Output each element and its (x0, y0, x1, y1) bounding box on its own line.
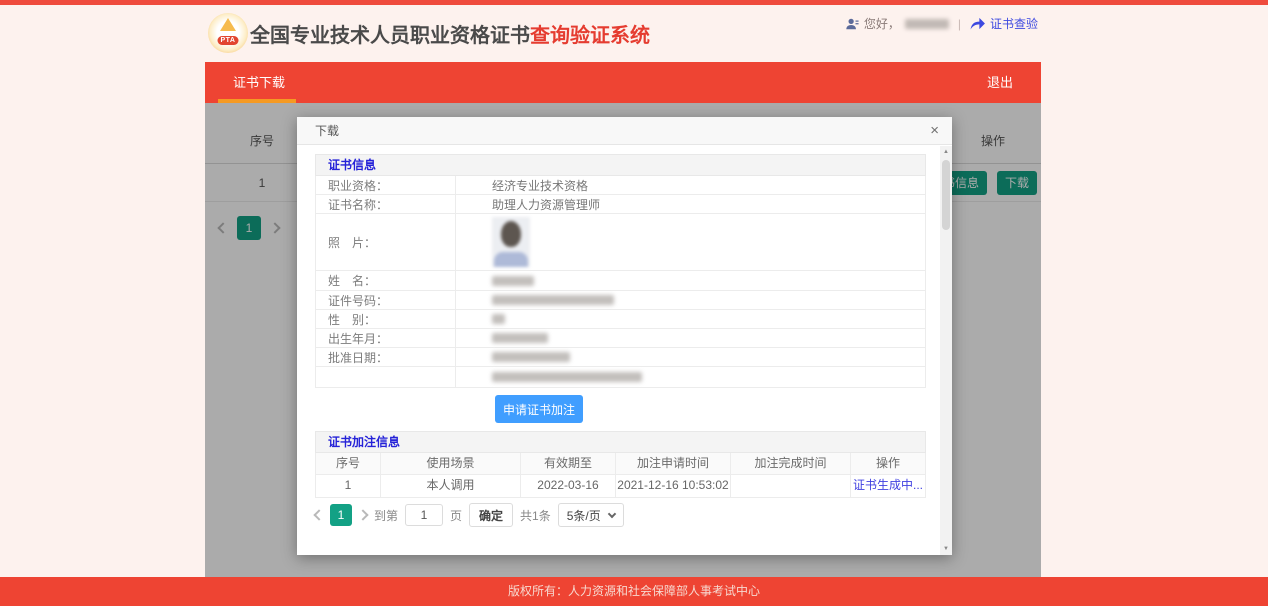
field-row-name: 姓 名： (316, 271, 925, 291)
annotation-pagination: 1 到第 页 确定 共1条 5条/页 (315, 503, 926, 527)
logo-petal-icon (220, 18, 236, 31)
page-number-button[interactable]: 1 (330, 504, 352, 526)
modal-header: 下载 × (297, 117, 952, 145)
confirm-button[interactable]: 确定 (469, 503, 513, 527)
nav-bar: 证书下载 退出 (205, 62, 1041, 103)
redacted-value (492, 352, 570, 362)
field-label (316, 367, 456, 387)
field-row-qualification: 职业资格： 经济专业技术资格 (316, 176, 925, 195)
site-header: PTA 全国专业技术人员职业资格证书查询验证系统 您好， | 证书查验 (205, 5, 1041, 62)
page-input[interactable] (405, 504, 443, 526)
certificate-photo (492, 217, 530, 267)
field-label: 证件号码： (316, 291, 456, 309)
total-count-label: 共1条 (520, 507, 551, 524)
col-valid-until: 有效期至 (521, 453, 616, 474)
field-row-birth-date: 出生年月： (316, 329, 925, 348)
field-value: 经济专业技术资格 (456, 176, 925, 194)
goto-label: 到第 (374, 507, 398, 524)
field-value (456, 291, 925, 309)
page: PTA 全国专业技术人员职业资格证书查询验证系统 您好， | 证书查验 证书下载… (0, 0, 1268, 606)
field-value (456, 329, 925, 347)
footer: 版权所有：人力资源和社会保障部人事考试中心 (0, 577, 1268, 606)
cert-info-section-title: 证书信息 (315, 154, 926, 176)
site-title-accent: 查询验证系统 (530, 25, 650, 47)
page-size-value: 5条/页 (567, 507, 601, 524)
redacted-value (492, 314, 505, 324)
download-modal: 下载 × 证书信息 职业资格： 经济专业技术资格 证书名称： 助理人力资源管理师 (297, 117, 952, 555)
cell-valid-until: 2022-03-16 (521, 475, 616, 497)
photo-head-shape (501, 221, 521, 247)
field-row-extra (316, 367, 925, 387)
col-scene: 使用场景 (381, 453, 521, 474)
annotation-data-row: 1 本人调用 2022-03-16 2021-12-16 10:53:02 证书… (316, 475, 925, 497)
cell-apply-time: 2021-12-16 10:53:02 (616, 475, 731, 497)
field-value (456, 367, 925, 387)
cert-check-link[interactable]: 证书查验 (990, 15, 1038, 32)
field-row-gender: 性 别： (316, 310, 925, 329)
field-label: 出生年月： (316, 329, 456, 347)
col-apply-time: 加注申请时间 (616, 453, 731, 474)
field-label: 照 片： (316, 214, 456, 270)
site-title-main: 全国专业技术人员职业资格证书 (250, 25, 530, 47)
modal-body: 证书信息 职业资格： 经济专业技术资格 证书名称： 助理人力资源管理师 照 片： (297, 146, 940, 555)
next-page-icon[interactable] (357, 509, 368, 520)
scrollbar-thumb[interactable] (942, 160, 950, 230)
annotation-section-title: 证书加注信息 (315, 431, 926, 453)
modal-scrollbar[interactable]: ▲ ▼ (940, 146, 952, 555)
apply-button-area: 申请证书加注 (315, 388, 926, 431)
field-row-cert-name: 证书名称： 助理人力资源管理师 (316, 195, 925, 214)
greeting-text: 您好， (864, 15, 900, 32)
cert-info-table: 职业资格： 经济专业技术资格 证书名称： 助理人力资源管理师 照 片： (315, 176, 926, 388)
col-serial: 序号 (316, 453, 381, 474)
scroll-up-icon[interactable]: ▲ (940, 149, 952, 155)
apply-annotation-button[interactable]: 申请证书加注 (495, 395, 583, 423)
field-value (456, 214, 925, 270)
field-value: 助理人力资源管理师 (456, 195, 925, 213)
prev-page-icon[interactable] (313, 509, 324, 520)
field-row-approval-date: 批准日期： (316, 348, 925, 367)
page-unit-label: 页 (450, 507, 462, 524)
masked-username (905, 19, 949, 29)
redacted-value (492, 295, 614, 305)
field-row-id-number: 证件号码： (316, 291, 925, 310)
separator: | (958, 17, 961, 31)
page-size-select[interactable]: 5条/页 (558, 503, 624, 527)
field-label: 姓 名： (316, 271, 456, 290)
content-area: 序号 操作 1 证书信息 下载 1 下载 × (205, 103, 1041, 577)
logout-button[interactable]: 退出 (987, 62, 1013, 103)
pta-logo-icon: PTA (208, 13, 248, 53)
annotation-table: 序号 使用场景 有效期至 加注申请时间 加注完成时间 操作 1 本人调用 202… (315, 453, 926, 498)
field-value (456, 271, 925, 290)
annotation-header-row: 序号 使用场景 有效期至 加注申请时间 加注完成时间 操作 (316, 453, 925, 475)
user-icon (845, 17, 859, 31)
brand: PTA 全国专业技术人员职业资格证书查询验证系统 (208, 13, 650, 53)
field-label: 职业资格： (316, 176, 456, 194)
cell-complete-time (731, 475, 851, 497)
col-complete-time: 加注完成时间 (731, 453, 851, 474)
redacted-value (492, 276, 534, 286)
cell-serial: 1 (316, 475, 381, 497)
cell-scene: 本人调用 (381, 475, 521, 497)
photo-shoulders-shape (494, 252, 528, 267)
share-arrow-icon (970, 17, 985, 30)
modal-title: 下载 (297, 117, 952, 145)
scroll-down-icon[interactable]: ▼ (940, 546, 952, 552)
redacted-value (492, 372, 642, 382)
field-row-photo: 照 片： (316, 214, 925, 271)
logo-text: PTA (218, 36, 239, 45)
site-title: 全国专业技术人员职业资格证书查询验证系统 (250, 19, 650, 48)
close-icon[interactable]: × (930, 117, 939, 144)
field-label: 批准日期： (316, 348, 456, 366)
field-label: 证书名称： (316, 195, 456, 213)
field-label: 性 别： (316, 310, 456, 328)
redacted-value (492, 333, 548, 343)
tab-cert-download[interactable]: 证书下载 (233, 62, 285, 103)
field-value (456, 310, 925, 328)
cert-generating-link[interactable]: 证书生成中... (851, 475, 925, 497)
copyright-text: 版权所有：人力资源和社会保障部人事考试中心 (508, 584, 760, 598)
col-action: 操作 (851, 453, 925, 474)
chevron-down-icon (608, 509, 616, 517)
user-bar: 您好， | 证书查验 (845, 15, 1038, 32)
field-value (456, 348, 925, 366)
